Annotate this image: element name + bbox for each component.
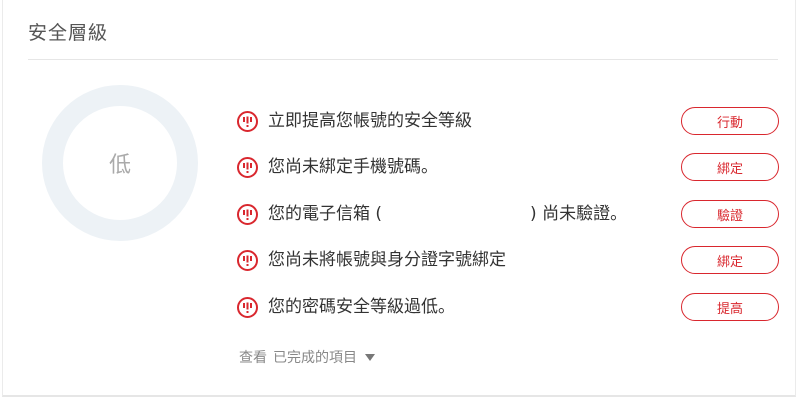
alert-circle-icon: [237, 204, 258, 225]
view-completed-items-link[interactable]: 查看 已完成的項目: [239, 347, 375, 367]
action-button[interactable]: 行動: [681, 107, 779, 135]
caret-down-icon: [365, 353, 375, 361]
security-item-id: 您尚未將帳號與身分證字號綁定 綁定: [237, 246, 782, 274]
item-text: 您尚未綁定手機號碼。: [268, 157, 438, 177]
verify-email-button[interactable]: 驗證: [681, 200, 779, 228]
item-text: 您的密碼安全等級過低。: [268, 297, 455, 317]
item-text: 您尚未將帳號與身分證字號綁定: [268, 250, 506, 270]
bind-phone-button[interactable]: 綁定: [681, 153, 779, 181]
completed-items-label: 已完成的項目: [273, 350, 357, 366]
alert-circle-icon: [237, 297, 258, 318]
security-level-panel: 安全層級 低 立即提高您帳號的安全等級 行動 您尚未綁定手機號碼。 綁定 您的電…: [2, 0, 796, 397]
security-item-password: 您的密碼安全等級過低。 提高: [237, 293, 782, 321]
alert-circle-icon: [237, 111, 258, 132]
alert-circle-icon: [237, 250, 258, 271]
item-text-before: 您的電子信箱 (: [268, 204, 383, 224]
security-level-gauge: 低: [42, 85, 198, 241]
security-level-label: 低: [108, 153, 131, 178]
security-item-upgrade: 立即提高您帳號的安全等級 行動: [237, 107, 782, 135]
item-text: 您的電子信箱 ( ) 尚未驗證。: [268, 201, 627, 227]
improve-password-button[interactable]: 提高: [681, 293, 779, 321]
panel-title: 安全層級: [28, 22, 109, 44]
item-text-after: ) 尚未驗證。: [530, 204, 628, 224]
item-text: 立即提高您帳號的安全等級: [268, 111, 472, 131]
security-item-phone: 您尚未綁定手機號碼。 綁定: [237, 153, 782, 181]
bind-id-button[interactable]: 綁定: [681, 246, 779, 274]
divider: [28, 59, 778, 60]
security-item-email: 您的電子信箱 ( ) 尚未驗證。 驗證: [237, 200, 782, 228]
alert-circle-icon: [237, 157, 258, 178]
view-label: 查看: [239, 350, 267, 366]
